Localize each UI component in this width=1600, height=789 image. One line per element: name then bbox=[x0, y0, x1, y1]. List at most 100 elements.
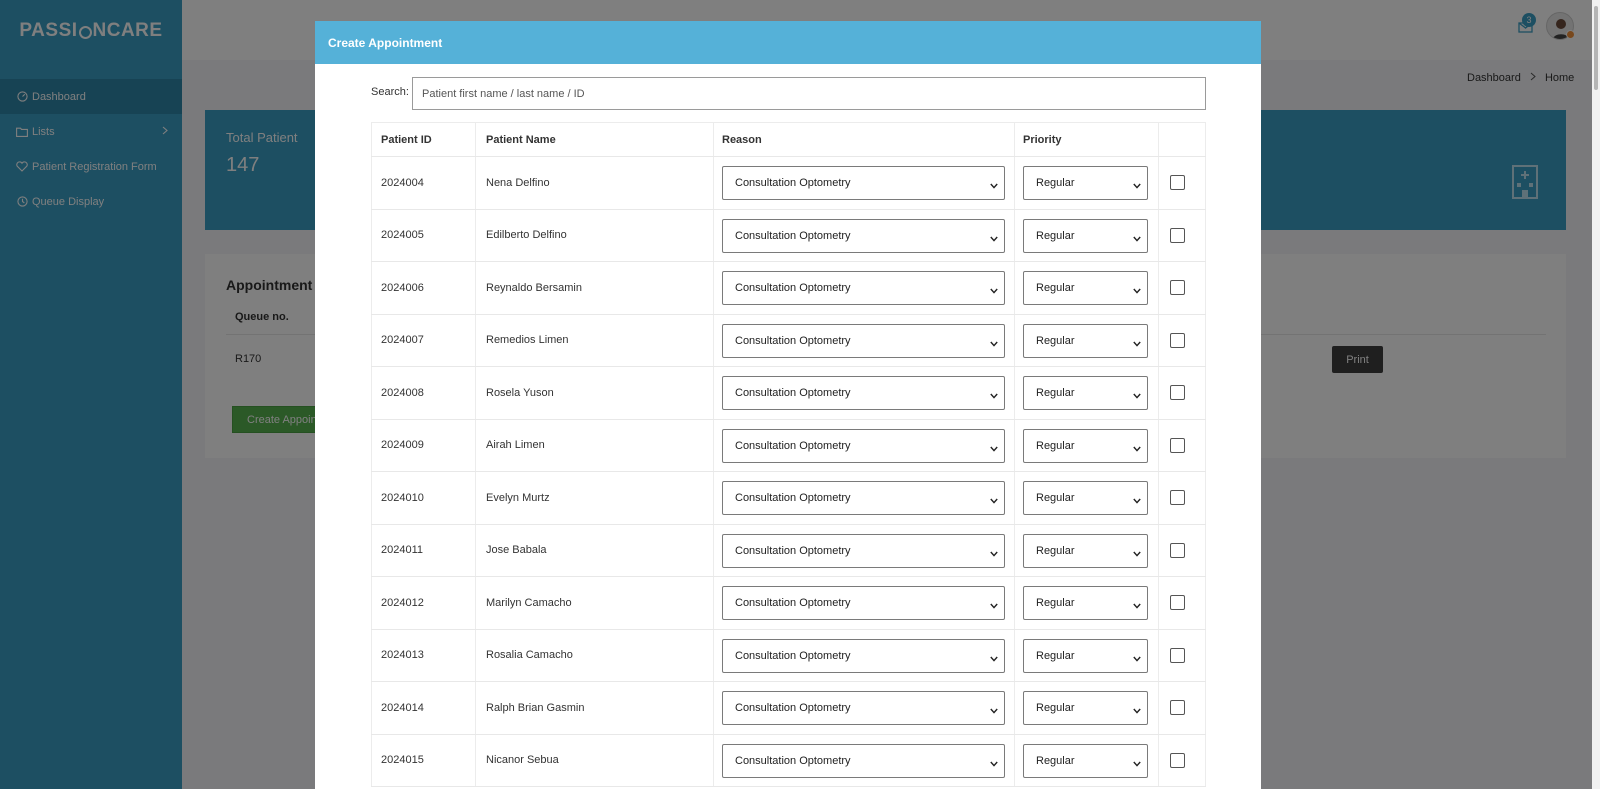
patient-name: Evelyn Murtz bbox=[486, 491, 550, 504]
select-checkbox[interactable] bbox=[1170, 437, 1185, 453]
reason-select[interactable]: Consultation Optometry bbox=[722, 271, 1005, 305]
patient-id: 2024009 bbox=[381, 439, 424, 452]
table-header-row: Patient ID Patient Name Reason Priority bbox=[371, 122, 1206, 157]
search-input[interactable] bbox=[412, 77, 1206, 110]
reason-select-value: Consultation Optometry bbox=[735, 702, 851, 714]
select-checkbox[interactable] bbox=[1170, 385, 1185, 400]
select-checkbox[interactable] bbox=[1170, 332, 1185, 348]
chevron-down-icon bbox=[990, 653, 998, 665]
reason-select[interactable]: Consultation Optometry bbox=[722, 533, 1005, 568]
select-checkbox[interactable] bbox=[1170, 647, 1185, 663]
column-header-patient-id[interactable]: Patient ID bbox=[381, 123, 432, 156]
chevron-down-icon bbox=[1133, 600, 1141, 612]
page-scrollbar[interactable] bbox=[1592, 0, 1600, 789]
reason-select[interactable]: Consultation Optometry bbox=[722, 691, 1005, 725]
reason-select[interactable]: Consultation Optometry bbox=[722, 323, 1005, 358]
column-header-priority[interactable]: Priority bbox=[1023, 123, 1062, 156]
chevron-down-icon bbox=[990, 758, 998, 770]
chevron-down-icon bbox=[990, 285, 998, 297]
priority-select[interactable]: Regular bbox=[1023, 586, 1148, 620]
reason-select[interactable]: Consultation Optometry bbox=[722, 586, 1005, 620]
select-checkbox[interactable] bbox=[1170, 490, 1185, 505]
reason-select-value: Consultation Optometry bbox=[735, 439, 851, 452]
reason-select-value: Consultation Optometry bbox=[735, 177, 851, 189]
chevron-down-icon bbox=[990, 495, 998, 507]
priority-select[interactable]: Regular bbox=[1023, 533, 1148, 568]
reason-select-value: Consultation Optometry bbox=[735, 544, 851, 557]
table-row: 2024013 Rosalia Camacho Consultation Opt… bbox=[371, 629, 1206, 682]
reason-select-value: Consultation Optometry bbox=[735, 229, 851, 242]
patient-id: 2024010 bbox=[381, 491, 424, 504]
chevron-down-icon bbox=[1133, 443, 1141, 455]
chevron-down-icon bbox=[990, 705, 998, 717]
patient-name: Nicanor Sebua bbox=[486, 754, 559, 767]
column-header-patient-name[interactable]: Patient Name bbox=[486, 123, 556, 156]
patient-id: 2024007 bbox=[381, 334, 424, 347]
patient-id: 2024011 bbox=[381, 544, 424, 557]
priority-select-value: Regular bbox=[1036, 649, 1075, 662]
reason-select[interactable]: Consultation Optometry bbox=[722, 428, 1005, 463]
select-checkbox[interactable] bbox=[1170, 700, 1185, 715]
priority-select[interactable]: Regular bbox=[1023, 271, 1148, 305]
priority-select[interactable]: Regular bbox=[1023, 638, 1148, 673]
modal-title: Create Appointment bbox=[315, 21, 1261, 64]
chevron-down-icon bbox=[1133, 653, 1141, 665]
table-row: 2024011 Jose Babala Consultation Optomet… bbox=[371, 524, 1206, 577]
reason-select[interactable]: Consultation Optometry bbox=[722, 376, 1005, 410]
priority-select[interactable]: Regular bbox=[1023, 481, 1148, 515]
patient-id: 2024004 bbox=[381, 176, 424, 189]
patient-name: Marilyn Camacho bbox=[486, 596, 572, 609]
chevron-down-icon bbox=[1133, 495, 1141, 507]
priority-select[interactable]: Regular bbox=[1023, 323, 1148, 358]
scrollbar-thumb[interactable] bbox=[1594, 6, 1598, 90]
select-checkbox[interactable] bbox=[1170, 542, 1185, 558]
patient-table: Patient ID Patient Name Reason Priority … bbox=[371, 122, 1206, 787]
column-header-reason[interactable]: Reason bbox=[722, 123, 762, 156]
table-row: 2024009 Airah Limen Consultation Optomet… bbox=[371, 419, 1206, 472]
patient-name: Rosalia Camacho bbox=[486, 649, 573, 662]
priority-select[interactable]: Regular bbox=[1023, 166, 1148, 200]
select-checkbox[interactable] bbox=[1170, 752, 1185, 768]
priority-select-value: Regular bbox=[1036, 177, 1075, 189]
priority-select[interactable]: Regular bbox=[1023, 691, 1148, 725]
table-row: 2024006 Reynaldo Bersamin Consultation O… bbox=[371, 262, 1206, 315]
patient-name: Rosela Yuson bbox=[486, 386, 554, 399]
chevron-down-icon bbox=[990, 338, 998, 350]
select-checkbox[interactable] bbox=[1170, 595, 1185, 610]
reason-select-value: Consultation Optometry bbox=[735, 649, 851, 662]
priority-select[interactable]: Regular bbox=[1023, 376, 1148, 410]
chevron-down-icon bbox=[1133, 390, 1141, 402]
select-checkbox[interactable] bbox=[1170, 227, 1185, 243]
priority-select-value: Regular bbox=[1036, 387, 1075, 399]
priority-select[interactable]: Regular bbox=[1023, 428, 1148, 463]
chevron-down-icon bbox=[1133, 180, 1141, 192]
chevron-down-icon bbox=[990, 600, 998, 612]
select-checkbox[interactable] bbox=[1170, 280, 1185, 295]
table-row: 2024015 Nicanor Sebua Consultation Optom… bbox=[371, 734, 1206, 787]
patient-id: 2024012 bbox=[381, 596, 424, 609]
table-body: 2024004 Nena Delfino Consultation Optome… bbox=[371, 157, 1206, 787]
chevron-down-icon bbox=[990, 390, 998, 402]
reason-select-value: Consultation Optometry bbox=[735, 754, 851, 767]
reason-select[interactable]: Consultation Optometry bbox=[722, 166, 1005, 200]
priority-select-value: Regular bbox=[1036, 597, 1075, 609]
chevron-down-icon bbox=[1133, 705, 1141, 717]
reason-select-value: Consultation Optometry bbox=[735, 597, 851, 609]
priority-select-value: Regular bbox=[1036, 492, 1075, 504]
reason-select[interactable]: Consultation Optometry bbox=[722, 218, 1005, 253]
table-row: 2024010 Evelyn Murtz Consultation Optome… bbox=[371, 472, 1206, 525]
priority-select[interactable]: Regular bbox=[1023, 218, 1148, 253]
priority-select-value: Regular bbox=[1036, 754, 1075, 767]
patient-name: Remedios Limen bbox=[486, 334, 569, 347]
patient-id: 2024013 bbox=[381, 649, 424, 662]
select-checkbox[interactable] bbox=[1170, 175, 1185, 190]
reason-select[interactable]: Consultation Optometry bbox=[722, 638, 1005, 673]
chevron-down-icon bbox=[1133, 548, 1141, 560]
reason-select[interactable]: Consultation Optometry bbox=[722, 743, 1005, 778]
chevron-down-icon bbox=[990, 180, 998, 192]
reason-select[interactable]: Consultation Optometry bbox=[722, 481, 1005, 515]
table-row: 2024007 Remedios Limen Consultation Opto… bbox=[371, 314, 1206, 367]
chevron-down-icon bbox=[990, 443, 998, 455]
priority-select[interactable]: Regular bbox=[1023, 743, 1148, 778]
chevron-down-icon bbox=[1133, 338, 1141, 350]
